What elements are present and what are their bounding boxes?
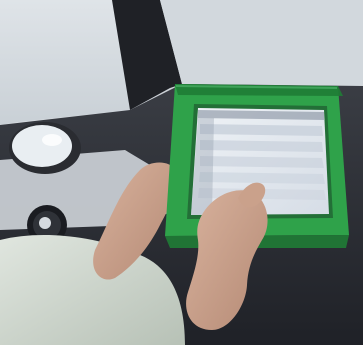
screen-row <box>200 156 324 168</box>
side-window <box>0 0 130 125</box>
screen-row <box>199 172 325 184</box>
scene-illustration <box>0 0 363 345</box>
windshield-view <box>160 0 363 86</box>
mirror-icon <box>9 122 81 174</box>
screen-row <box>200 140 323 152</box>
screen-row <box>200 124 323 136</box>
photo-frame <box>0 0 363 345</box>
